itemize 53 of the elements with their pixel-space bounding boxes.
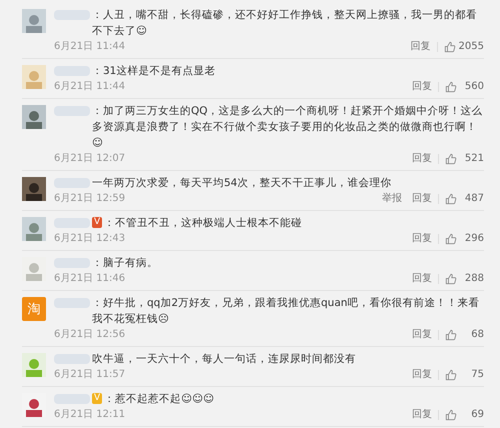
comment-action-link[interactable]: 回复 — [412, 152, 432, 166]
like-count: 2055 — [458, 40, 484, 54]
comment-action-link[interactable]: 回复 — [412, 192, 432, 206]
thumbs-up-icon[interactable] — [445, 273, 457, 285]
thumbs-up-icon[interactable] — [445, 153, 457, 165]
comment-action-link[interactable]: 回复 — [412, 408, 432, 422]
comment-action-link[interactable]: 回复 — [412, 368, 432, 382]
like-count: 288 — [464, 272, 484, 286]
comment-time: 6月21日 12:11 — [54, 408, 126, 422]
comment-action-link[interactable]: 回复 — [412, 328, 432, 342]
thumbs-up-icon[interactable] — [445, 193, 457, 205]
avatar[interactable] — [22, 9, 46, 33]
avatar[interactable] — [22, 105, 46, 129]
comment-action-link[interactable]: 回复 — [412, 232, 432, 246]
avatar[interactable] — [22, 177, 46, 201]
comment-time: 6月21日 12:56 — [54, 328, 126, 342]
comment-text: ：脑子有病。 — [92, 256, 159, 271]
thumbs-up-icon[interactable] — [445, 369, 457, 381]
verified-badge: V — [92, 217, 102, 228]
comment-text: ：人丑，嘴不甜，长得磕碜，还不好好工作挣钱，整天网上撩骚，我一男的都看不下去了☺ — [92, 8, 478, 39]
comment-text: ：加了两三万女生的QQ，这是多么大的一个商机呀！赶紧开个婚姻中介呀！这么多资源真是浪费了！实在不行做个卖女孩子要用的化妆品之类的做微商也行啊！☺ — [92, 104, 484, 151]
like-count: 487 — [464, 192, 484, 206]
comment-time: 6月21日 12:07 — [54, 152, 126, 166]
comment-time: 6月21日 12:43 — [54, 232, 126, 246]
comment-text: 一年两万次求爱，每天平均54次，整天不干正事儿，谁会理你 — [92, 176, 392, 191]
thumbs-up-icon[interactable] — [445, 329, 457, 341]
verified-badge: V — [92, 393, 102, 404]
like-count: 68 — [470, 328, 484, 342]
like-count: 560 — [464, 80, 484, 94]
comment-action-link[interactable]: 回复 — [412, 80, 432, 94]
thumbs-up-icon[interactable] — [445, 409, 457, 421]
comment-time: 6月21日 11:44 — [54, 40, 126, 54]
comment-action-link[interactable]: 举报 — [382, 192, 402, 206]
comment-time: 6月21日 11:44 — [54, 80, 126, 94]
like-count: 521 — [464, 152, 484, 166]
like-count: 69 — [470, 408, 484, 422]
thumbs-up-icon[interactable] — [444, 41, 456, 53]
comment-text: ：31这样是不是有点显老 — [92, 64, 216, 79]
like-count: 296 — [464, 232, 484, 246]
comment-text: ：不管丑不丑，这种极端人士根本不能碰 — [104, 216, 304, 231]
comment-text: ：惹不起惹不起☺☺☺ — [104, 392, 216, 407]
comment-time: 6月21日 11:57 — [54, 368, 126, 382]
thumbs-up-icon[interactable] — [445, 233, 457, 245]
comment-text: 吹牛逼，一天六十个，每人一句话，连尿尿时间都没有 — [92, 352, 357, 367]
thumbs-up-icon[interactable] — [445, 81, 457, 93]
comment-action-link[interactable]: 回复 — [410, 40, 431, 54]
comment-time: 6月21日 12:59 — [54, 192, 126, 206]
avatar[interactable]: 淘 — [22, 297, 46, 321]
comment-time: 6月21日 11:46 — [54, 272, 126, 286]
avatar[interactable] — [22, 217, 46, 241]
comment-action-link[interactable]: 回复 — [412, 272, 432, 286]
comment-text: ：好牛批，qq加2万好友，兄弟，跟着我推优惠quan吧，看你很有前途！！来看我不花冤枉钱☹ — [92, 296, 480, 327]
like-count: 75 — [470, 368, 484, 382]
